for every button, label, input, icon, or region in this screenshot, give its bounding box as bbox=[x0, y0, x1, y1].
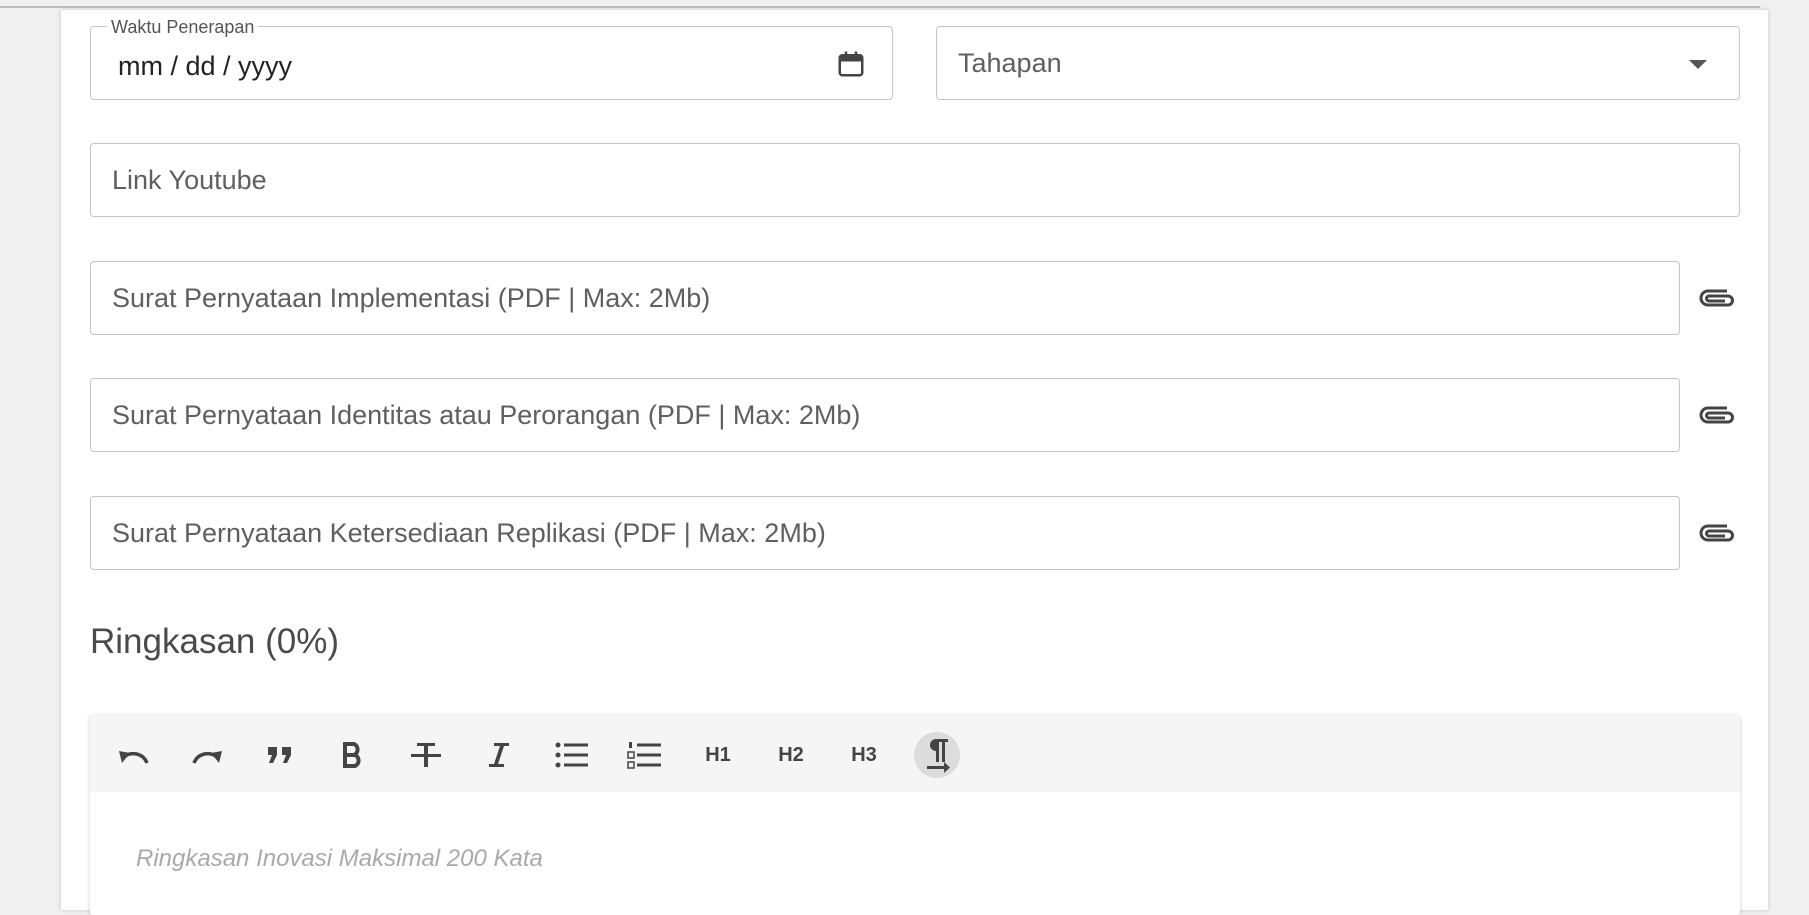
heading-3-button[interactable]: H3 bbox=[841, 732, 887, 778]
rich-text-editor[interactable]: H1 H2 H3 Ringkasan Inovasi Maksimal 200 … bbox=[90, 715, 1740, 915]
paperclip-icon[interactable] bbox=[1697, 518, 1737, 548]
paperclip-icon[interactable] bbox=[1697, 283, 1737, 313]
italic-icon bbox=[489, 743, 509, 767]
heading-1-button[interactable]: H1 bbox=[695, 732, 741, 778]
top-divider bbox=[0, 6, 1760, 8]
quote-icon bbox=[268, 747, 291, 763]
redo-button[interactable] bbox=[184, 732, 230, 778]
undo-icon bbox=[119, 751, 149, 764]
tahapan-select[interactable]: Tahapan bbox=[936, 26, 1740, 100]
waktu-penerapan-label: Waktu Penerapan bbox=[107, 17, 259, 37]
calendar-icon[interactable] bbox=[836, 49, 866, 79]
link-youtube-placeholder: Link Youtube bbox=[112, 164, 267, 195]
strikethrough-button[interactable] bbox=[403, 732, 449, 778]
waktu-penerapan-field[interactable]: Waktu Penerapan mm / dd / yyyy bbox=[90, 17, 893, 100]
upload-identitas-input[interactable]: Surat Pernyataan Identitas atau Perorang… bbox=[90, 378, 1680, 452]
waktu-penerapan-value[interactable]: mm / dd / yyyy bbox=[118, 50, 292, 82]
strikethrough-icon bbox=[411, 743, 441, 767]
paragraph-icon bbox=[927, 739, 950, 773]
h1-label: H1 bbox=[705, 743, 731, 766]
upload-replikasi-input[interactable]: Surat Pernyataan Ketersediaan Replikasi … bbox=[90, 496, 1680, 570]
upload-implementasi-placeholder: Surat Pernyataan Implementasi (PDF | Max… bbox=[112, 282, 711, 313]
bold-button[interactable] bbox=[330, 732, 376, 778]
upload-identitas-placeholder: Surat Pernyataan Identitas atau Perorang… bbox=[112, 399, 861, 430]
link-youtube-input[interactable]: Link Youtube bbox=[90, 143, 1740, 217]
bullet-list-icon bbox=[555, 742, 588, 768]
tahapan-placeholder: Tahapan bbox=[958, 47, 1062, 78]
editor-toolbar: H1 H2 H3 bbox=[90, 715, 1740, 792]
bold-icon bbox=[343, 742, 361, 768]
undo-button[interactable] bbox=[111, 732, 157, 778]
paperclip-icon[interactable] bbox=[1697, 400, 1737, 430]
ordered-list-icon bbox=[627, 742, 661, 769]
ringkasan-title: Ringkasan (0%) bbox=[90, 622, 339, 661]
editor-placeholder[interactable]: Ringkasan Inovasi Maksimal 200 Kata bbox=[136, 845, 543, 873]
italic-button[interactable] bbox=[476, 732, 522, 778]
blockquote-button[interactable] bbox=[257, 732, 303, 778]
redo-icon bbox=[192, 751, 222, 764]
paragraph-button[interactable] bbox=[914, 732, 960, 778]
h3-label: H3 bbox=[851, 743, 877, 766]
heading-2-button[interactable]: H2 bbox=[768, 732, 814, 778]
h2-label: H2 bbox=[778, 743, 804, 766]
upload-replikasi-placeholder: Surat Pernyataan Ketersediaan Replikasi … bbox=[112, 517, 826, 548]
ordered-list-button[interactable] bbox=[622, 732, 668, 778]
upload-implementasi-input[interactable]: Surat Pernyataan Implementasi (PDF | Max… bbox=[90, 261, 1680, 335]
bullet-list-button[interactable] bbox=[549, 732, 595, 778]
chevron-down-icon[interactable] bbox=[1689, 60, 1707, 69]
